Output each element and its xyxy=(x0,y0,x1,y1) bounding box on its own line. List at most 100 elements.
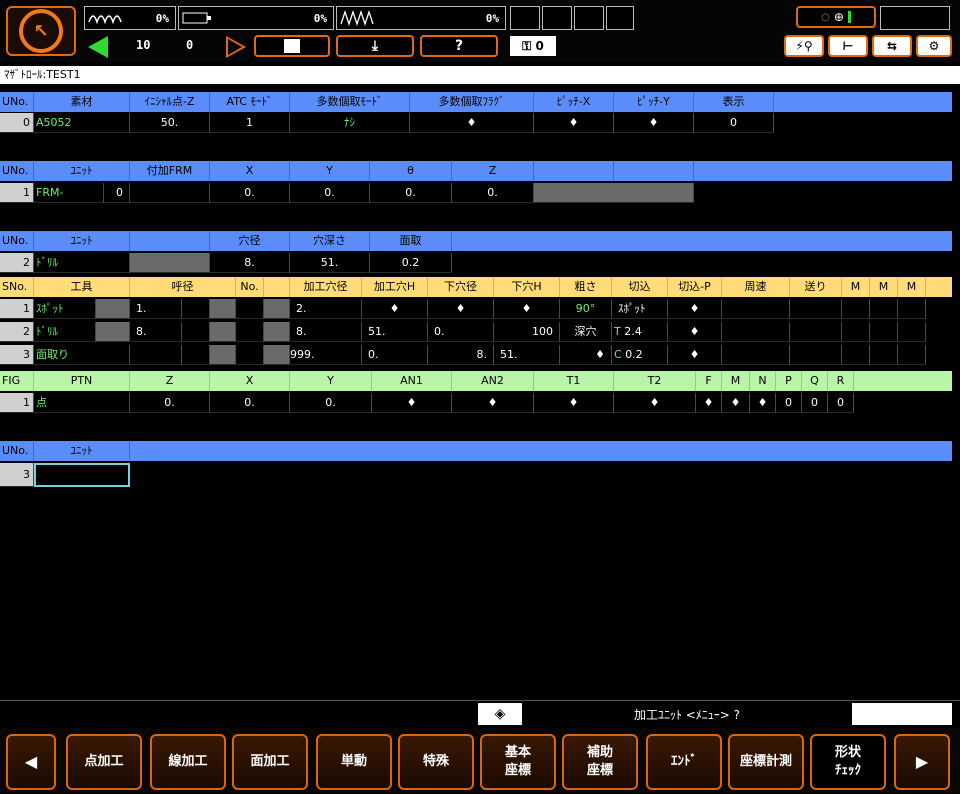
cell-chamfer[interactable]: 0.2 xyxy=(370,253,452,273)
cell-pitch-y[interactable]: ♦ xyxy=(614,113,694,133)
cell-speed[interactable] xyxy=(722,322,790,342)
cell-z[interactable]: 0. xyxy=(130,393,210,413)
unit3-data-row[interactable]: 3 xyxy=(0,463,130,487)
fkey-basic-coordinate[interactable]: 基本 座標 xyxy=(480,734,556,790)
cell-n[interactable]: ♦ xyxy=(750,393,776,413)
next-menu-button[interactable]: ▶ xyxy=(894,734,950,790)
cell-nominal[interactable]: 8. xyxy=(130,322,182,342)
cell-p[interactable]: 0 xyxy=(776,393,802,413)
cell-no[interactable] xyxy=(236,322,264,342)
cell-material[interactable]: A5052 xyxy=(34,113,130,133)
cell-roughness[interactable]: ♦ xyxy=(560,345,612,365)
cell-no[interactable] xyxy=(236,345,264,365)
cell-r[interactable]: 0 xyxy=(828,393,854,413)
cell-roughness[interactable]: 深穴 xyxy=(560,322,612,342)
cell-m1[interactable] xyxy=(842,345,870,365)
cell-initial-z[interactable]: 50. xyxy=(130,113,210,133)
cell-cut-p[interactable]: ♦ xyxy=(668,299,722,319)
cell-y[interactable]: 0. xyxy=(290,393,372,413)
cell-cut[interactable]: T 2.4 xyxy=(612,322,668,342)
cell-an2[interactable]: ♦ xyxy=(452,393,534,413)
cell-cut-p[interactable]: ♦ xyxy=(668,345,722,365)
cell-pre-h[interactable]: ♦ xyxy=(494,299,560,319)
cell-tool[interactable]: ﾄﾞﾘﾙ xyxy=(34,322,96,342)
cell-pre-h[interactable]: 100 xyxy=(494,322,560,342)
cell-unit[interactable]: FRM- xyxy=(34,183,104,203)
input-field[interactable] xyxy=(852,703,952,725)
cell-speed[interactable] xyxy=(722,299,790,319)
cell-an1[interactable]: ♦ xyxy=(372,393,452,413)
fkey-point-machining[interactable]: 点加工 xyxy=(66,734,142,790)
cell-feed[interactable] xyxy=(790,299,842,319)
help-button[interactable]: ? xyxy=(420,35,498,57)
cell-display[interactable]: 0 xyxy=(694,113,774,133)
cell-hole-dia[interactable]: 8. xyxy=(210,253,290,273)
cell-pre-dia[interactable]: 0. xyxy=(428,322,494,342)
cell-y[interactable]: 0. xyxy=(290,183,370,203)
adjust-button[interactable]: ⇆ xyxy=(872,35,912,57)
input-mode-icon[interactable]: ◈ xyxy=(478,703,522,725)
cell-pre-h[interactable]: 51. xyxy=(494,345,560,365)
cell-f[interactable]: ♦ xyxy=(696,393,722,413)
play-right-icon[interactable] xyxy=(226,36,246,58)
material-data-row[interactable]: 0 A5052 50. 1 ﾅｼ ♦ ♦ ♦ 0 xyxy=(0,113,774,133)
fkey-aux-coordinate[interactable]: 補助 座標 xyxy=(562,734,638,790)
wrench-button[interactable]: ⊢ xyxy=(828,35,868,57)
cell-theta[interactable]: 0. xyxy=(370,183,452,203)
fkey-face-machining[interactable]: 面加工 xyxy=(232,734,308,790)
network-status-button[interactable]: ○ ⊕ xyxy=(796,6,876,28)
cell-unit[interactable]: ﾄﾞﾘﾙ xyxy=(34,253,130,273)
settings-button[interactable]: ⚙ xyxy=(916,35,952,57)
prev-menu-button[interactable]: ◀ xyxy=(6,734,56,790)
cell-t1[interactable]: ♦ xyxy=(534,393,614,413)
tool-button[interactable]: ⤓ xyxy=(336,35,414,57)
fkey-special[interactable]: 特殊 xyxy=(398,734,474,790)
cell-x[interactable]: 0. xyxy=(210,183,290,203)
cell-m3[interactable] xyxy=(898,345,926,365)
cell-pitch-x[interactable]: ♦ xyxy=(534,113,614,133)
cell-m3[interactable] xyxy=(898,299,926,319)
cell-tool[interactable]: ｽﾎﾟｯﾄ xyxy=(34,299,96,319)
cell-hole-dia[interactable]: 2. xyxy=(290,299,362,319)
cell-m1[interactable] xyxy=(842,299,870,319)
cell-cut-p[interactable]: ♦ xyxy=(668,322,722,342)
fkey-line-machining[interactable]: 線加工 xyxy=(150,734,226,790)
cell-nominal[interactable] xyxy=(130,345,182,365)
unit1-data-row[interactable]: 1 FRM- 0 0. 0. 0. 0. xyxy=(0,183,694,203)
tool-row-3[interactable]: 3 面取り 999. 0. 8. 51. ♦ C 0.2 ♦ xyxy=(0,345,926,365)
cell-hole-h[interactable]: 0. xyxy=(362,345,428,365)
cell-hole-dia[interactable]: 8. xyxy=(290,322,362,342)
cell-speed[interactable] xyxy=(722,345,790,365)
cell-pre-dia[interactable]: ♦ xyxy=(428,299,494,319)
cell-multi-flag[interactable]: ♦ xyxy=(410,113,534,133)
maintenance-button[interactable]: ⚡⚲ xyxy=(784,35,824,57)
cell-atc-mode[interactable]: 1 xyxy=(210,113,290,133)
cell-m2[interactable] xyxy=(870,345,898,365)
cell-hole-depth[interactable]: 51. xyxy=(290,253,370,273)
unit-select-input[interactable] xyxy=(34,463,130,487)
cell-cut[interactable]: C 0.2 xyxy=(612,345,668,365)
cell-z[interactable]: 0. xyxy=(452,183,534,203)
cell-tool[interactable]: 面取り xyxy=(34,345,130,365)
cell-feed[interactable] xyxy=(790,322,842,342)
cell-m[interactable]: ♦ xyxy=(722,393,750,413)
cell-frm-no[interactable]: 0 xyxy=(104,183,130,203)
cell-cut[interactable]: ｽﾎﾟｯﾄ xyxy=(612,299,668,319)
figure-data-row[interactable]: 1 点 0. 0. 0. ♦ ♦ ♦ ♦ ♦ ♦ ♦ 0 0 0 xyxy=(0,393,854,413)
cell-nominal[interactable]: 1. xyxy=(130,299,182,319)
fkey-shape-check[interactable]: 形状 ﾁｪｯｸ xyxy=(810,734,886,790)
fkey-end[interactable]: ｴﾝﾄﾞ xyxy=(646,734,722,790)
cell-q[interactable]: 0 xyxy=(802,393,828,413)
tool-row-2[interactable]: 2 ﾄﾞﾘﾙ 8. 8. 51. 0. 100 深穴 T 2.4 ♦ xyxy=(0,322,926,342)
tool-row-1[interactable]: 1 ｽﾎﾟｯﾄ 1. 2. ♦ ♦ ♦ 90° ｽﾎﾟｯﾄ ♦ xyxy=(0,299,926,319)
cell-ptn[interactable]: 点 xyxy=(34,393,130,413)
cell-hole-h[interactable]: ♦ xyxy=(362,299,428,319)
cell-multi-mode[interactable]: ﾅｼ xyxy=(290,113,410,133)
cell-feed[interactable] xyxy=(790,345,842,365)
cell-m3[interactable] xyxy=(898,322,926,342)
play-left-icon[interactable] xyxy=(88,36,108,58)
cell-hole-h[interactable]: 51. xyxy=(362,322,428,342)
cell-m2[interactable] xyxy=(870,322,898,342)
cell-x[interactable]: 0. xyxy=(210,393,290,413)
program-button[interactable] xyxy=(254,35,330,57)
